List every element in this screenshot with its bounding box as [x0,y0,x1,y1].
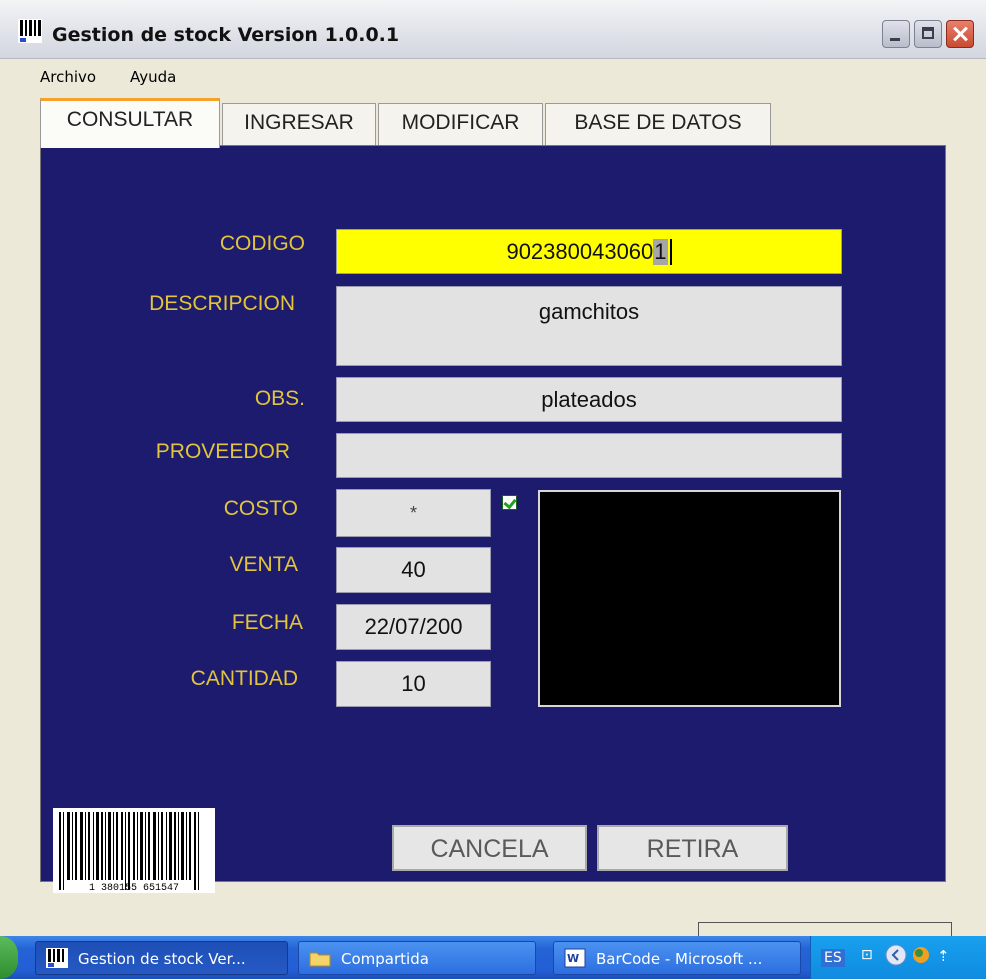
venta-field[interactable]: 40 [336,547,491,593]
title-bar[interactable]: Gestion de stock Version 1.0.0.1 [0,0,986,59]
descripcion-field[interactable]: gamchitos [336,286,842,366]
system-tray: ES ⊡ ⇡ [810,936,986,979]
retira-button[interactable]: RETIRA [597,825,788,871]
status-box [698,922,952,937]
fecha-field[interactable]: 22/07/200 [336,604,491,650]
folder-icon [309,952,331,967]
codigo-label: CODIGO [219,232,305,255]
menu-archivo[interactable]: Archivo [40,68,96,86]
codigo-value: 902380043060 [506,238,654,264]
taskbar-item-compartida[interactable]: Compartida [298,941,536,975]
fecha-label: FECHA [231,611,303,634]
obs-label: OBS. [254,387,305,410]
taskbar-item-label: Compartida [341,950,429,968]
app-window: Gestion de stock Version 1.0.0.1 Archivo… [0,0,986,979]
proveedor-field[interactable] [336,433,842,478]
back-arrow-icon[interactable] [885,944,907,970]
cancela-button[interactable]: CANCELA [392,825,587,871]
obs-field[interactable]: plateados [336,377,842,422]
tray-arrow-icon[interactable]: ⇡ [937,947,950,965]
cantidad-field[interactable]: 10 [336,661,491,707]
taskbar-item-gestion[interactable]: Gestion de stock Ver... [35,941,288,975]
barcode-icon [46,948,68,968]
venta-label: VENTA [229,553,298,576]
taskbar-item-barcode-word[interactable]: W BarCode - Microsoft ... [553,941,801,975]
barcode-logo: 1 380155 651547 [53,808,215,894]
word-icon: W [564,948,586,968]
codigo-selected-text: 1 [653,238,668,265]
descripcion-value: gamchitos [538,299,640,324]
tab-ingresar[interactable]: INGRESAR [222,103,376,145]
tab-consultar[interactable]: CONSULTAR [40,98,220,148]
menu-bar: Archivo Ayuda [0,59,986,93]
network-icon[interactable]: ⊡ [861,947,873,963]
costo-label: COSTO [223,497,298,520]
menu-ayuda[interactable]: Ayuda [130,68,176,86]
fecha-value: 22/07/200 [364,614,463,639]
taskbar-item-label: BarCode - Microsoft ... [596,950,763,968]
barcode-image: 1 380155 651547 [59,812,199,894]
costo-value: * [409,502,417,523]
obs-value: plateados [541,386,637,412]
costo-field[interactable]: * [336,489,491,537]
codigo-input[interactable]: 902380043060 1 [336,229,842,274]
cantidad-value: 10 [401,671,426,696]
taskbar-item-label: Gestion de stock Ver... [78,950,246,968]
text-caret [669,238,672,265]
window-title: Gestion de stock Version 1.0.0.1 [52,24,400,46]
venta-value: 40 [401,557,426,582]
barcode-digits: 1 380155 651547 [89,883,179,893]
tab-modificar[interactable]: MODIFICAR [378,103,543,145]
close-button[interactable] [946,20,974,48]
minimize-button[interactable] [882,20,910,48]
app-tray-icon[interactable] [911,945,931,969]
svg-text:W: W [567,952,579,965]
descripcion-label: DESCRIPCION [149,292,295,315]
show-cost-checkbox[interactable] [502,495,517,510]
tab-base-de-datos[interactable]: BASE DE DATOS [545,103,771,145]
product-image-box [538,490,841,707]
cantidad-label: CANTIDAD [190,667,298,690]
maximize-button[interactable] [914,20,942,48]
proveedor-label: PROVEEDOR [155,440,290,463]
barcode-icon [18,19,42,43]
language-indicator[interactable]: ES [821,949,845,967]
